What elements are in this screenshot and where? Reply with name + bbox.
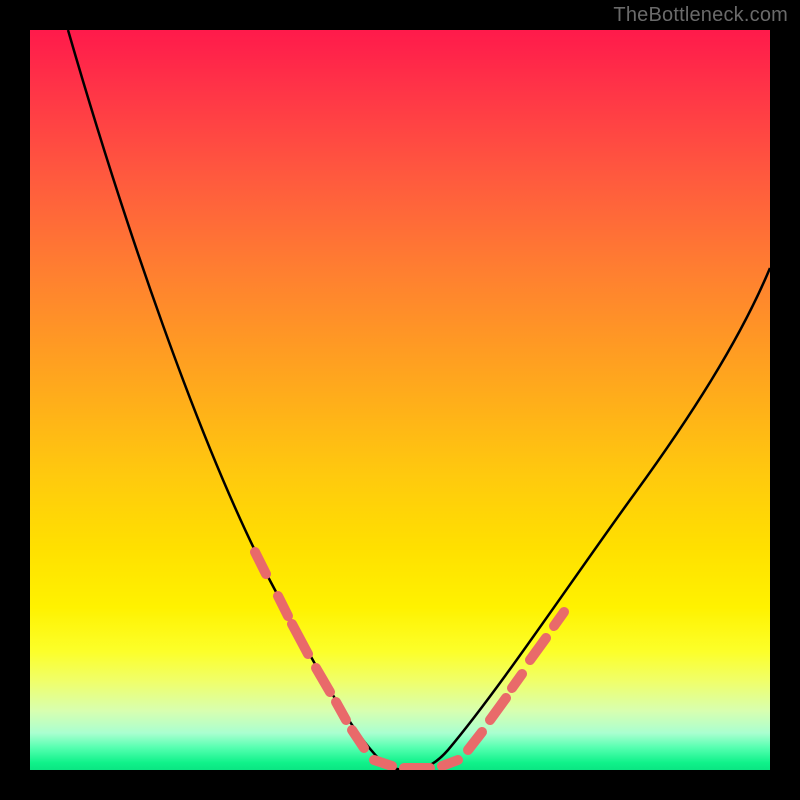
watermark-text: TheBottleneck.com [613,4,788,27]
right-curve [410,268,770,770]
plot-frame [30,30,770,770]
left-curve [68,30,410,770]
dash-right [468,612,564,750]
dash-floor [374,760,458,768]
curve-layer [30,30,770,770]
